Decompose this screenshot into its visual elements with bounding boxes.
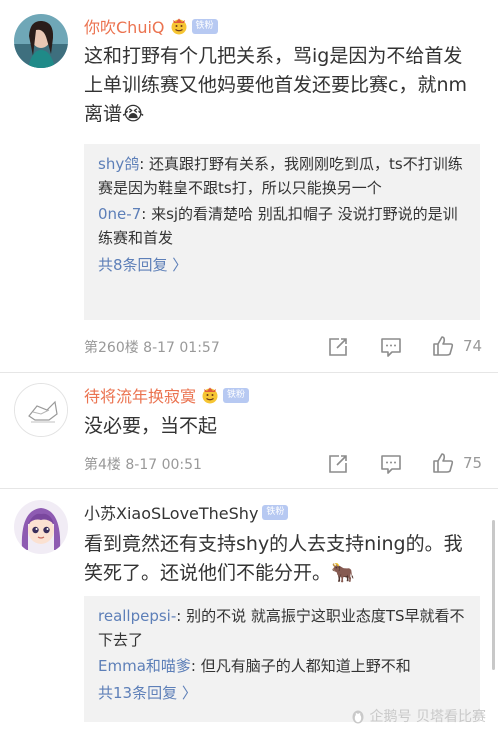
reply-button[interactable]: [380, 453, 402, 475]
share-icon: [329, 455, 347, 473]
like-count: 74: [463, 337, 483, 355]
comment-icon: [381, 455, 401, 474]
comment-text: 没必要，当不起: [84, 415, 218, 437]
avatar[interactable]: [14, 14, 68, 68]
reply-button[interactable]: [380, 336, 402, 358]
thumbs-up-icon: [433, 453, 454, 473]
reply-text: : 来sj的看清楚哈 别乱扣帽子 没说打野说的是训练赛和首发: [98, 205, 458, 247]
thumbs-up-icon: [433, 336, 454, 356]
like-button[interactable]: 74: [431, 334, 482, 358]
comment-text: 这和打野有个几把关系，骂ig是因为不给首发上单训练赛又他妈要他首发还要比赛c，就…: [84, 45, 467, 125]
comment-header: 小苏XiaoSLoveTheShy 铁粉: [84, 500, 289, 524]
reply-box[interactable]: shy鸽: 还真跟打野有关系，我刚刚吃到瓜，ts不打训练赛是因为鞋皇不跟ts打，…: [84, 144, 480, 320]
like-count: 75: [463, 454, 483, 472]
comment-header: 你吹ChuiQ 铁粉: [84, 14, 218, 38]
comment-meta: 第4楼 8-17 00:51: [84, 452, 484, 476]
crown-emoji-icon: [170, 17, 188, 35]
reply-username[interactable]: shy鸽: [98, 155, 139, 173]
watermark: 企鹅号 贝塔看比赛: [350, 706, 486, 726]
comment-header: 待将流年换寂寞 铁粉: [84, 383, 250, 407]
divider: [0, 488, 498, 489]
reply-username[interactable]: 0ne-7: [98, 205, 141, 223]
watermark-text: 企鹅号 贝塔看比赛: [369, 709, 486, 725]
share-button[interactable]: [327, 453, 349, 475]
reply-box[interactable]: reallpepsi-: 别的不说 就高振宁这职业态度TS早就看不下去了 Emm…: [84, 596, 480, 722]
reply-username[interactable]: reallpepsi-: [98, 607, 176, 625]
share-icon: [329, 338, 347, 356]
comment-text: 看到竟然还有支持shy的人去支持ning的。我笑死了。还说他们不能分开。🐂: [84, 533, 463, 584]
fan-badge: 铁粉: [262, 504, 289, 520]
penguin-logo-icon: [352, 710, 364, 724]
reply-item[interactable]: reallpepsi-: 别的不说 就高振宁这职业态度TS早就看不下去了: [98, 604, 466, 652]
avatar[interactable]: [14, 500, 68, 554]
avatar[interactable]: [14, 383, 68, 437]
fan-badge: 铁粉: [223, 387, 250, 403]
username[interactable]: 待将流年换寂寞: [84, 383, 196, 407]
username[interactable]: 小苏XiaoSLoveTheShy: [84, 500, 258, 524]
crown-emoji-icon: [201, 386, 219, 404]
reply-item[interactable]: shy鸽: 还真跟打野有关系，我刚刚吃到瓜，ts不打训练赛是因为鞋皇不跟ts打，…: [98, 152, 466, 200]
comment-meta: 第260楼 8-17 01:57: [84, 335, 484, 359]
more-replies-link[interactable]: 共8条回复 〉: [98, 252, 466, 278]
like-button[interactable]: 75: [431, 451, 482, 475]
reply-username[interactable]: Emma和喵爹: [98, 657, 191, 675]
floor-time: 第4楼 8-17 00:51: [84, 457, 202, 473]
reply-text: : 还真跟打野有关系，我刚刚吃到瓜，ts不打训练赛是因为鞋皇不跟ts打，所以只能…: [98, 155, 463, 197]
scrollbar[interactable]: [492, 520, 495, 670]
fan-badge: 铁粉: [191, 18, 218, 34]
share-button[interactable]: [327, 336, 349, 358]
reply-text: : 但凡有脑子的人都知道上野不和: [190, 657, 411, 675]
divider: [0, 372, 498, 373]
comment-icon: [381, 338, 401, 357]
floor-time: 第260楼 8-17 01:57: [84, 340, 220, 356]
reply-item[interactable]: 0ne-7: 来sj的看清楚哈 别乱扣帽子 没说打野说的是训练赛和首发: [98, 202, 466, 250]
username[interactable]: 你吹ChuiQ: [84, 14, 165, 38]
more-replies-link[interactable]: 共13条回复 〉: [98, 680, 466, 706]
reply-item[interactable]: Emma和喵爹: 但凡有脑子的人都知道上野不和: [98, 654, 466, 678]
